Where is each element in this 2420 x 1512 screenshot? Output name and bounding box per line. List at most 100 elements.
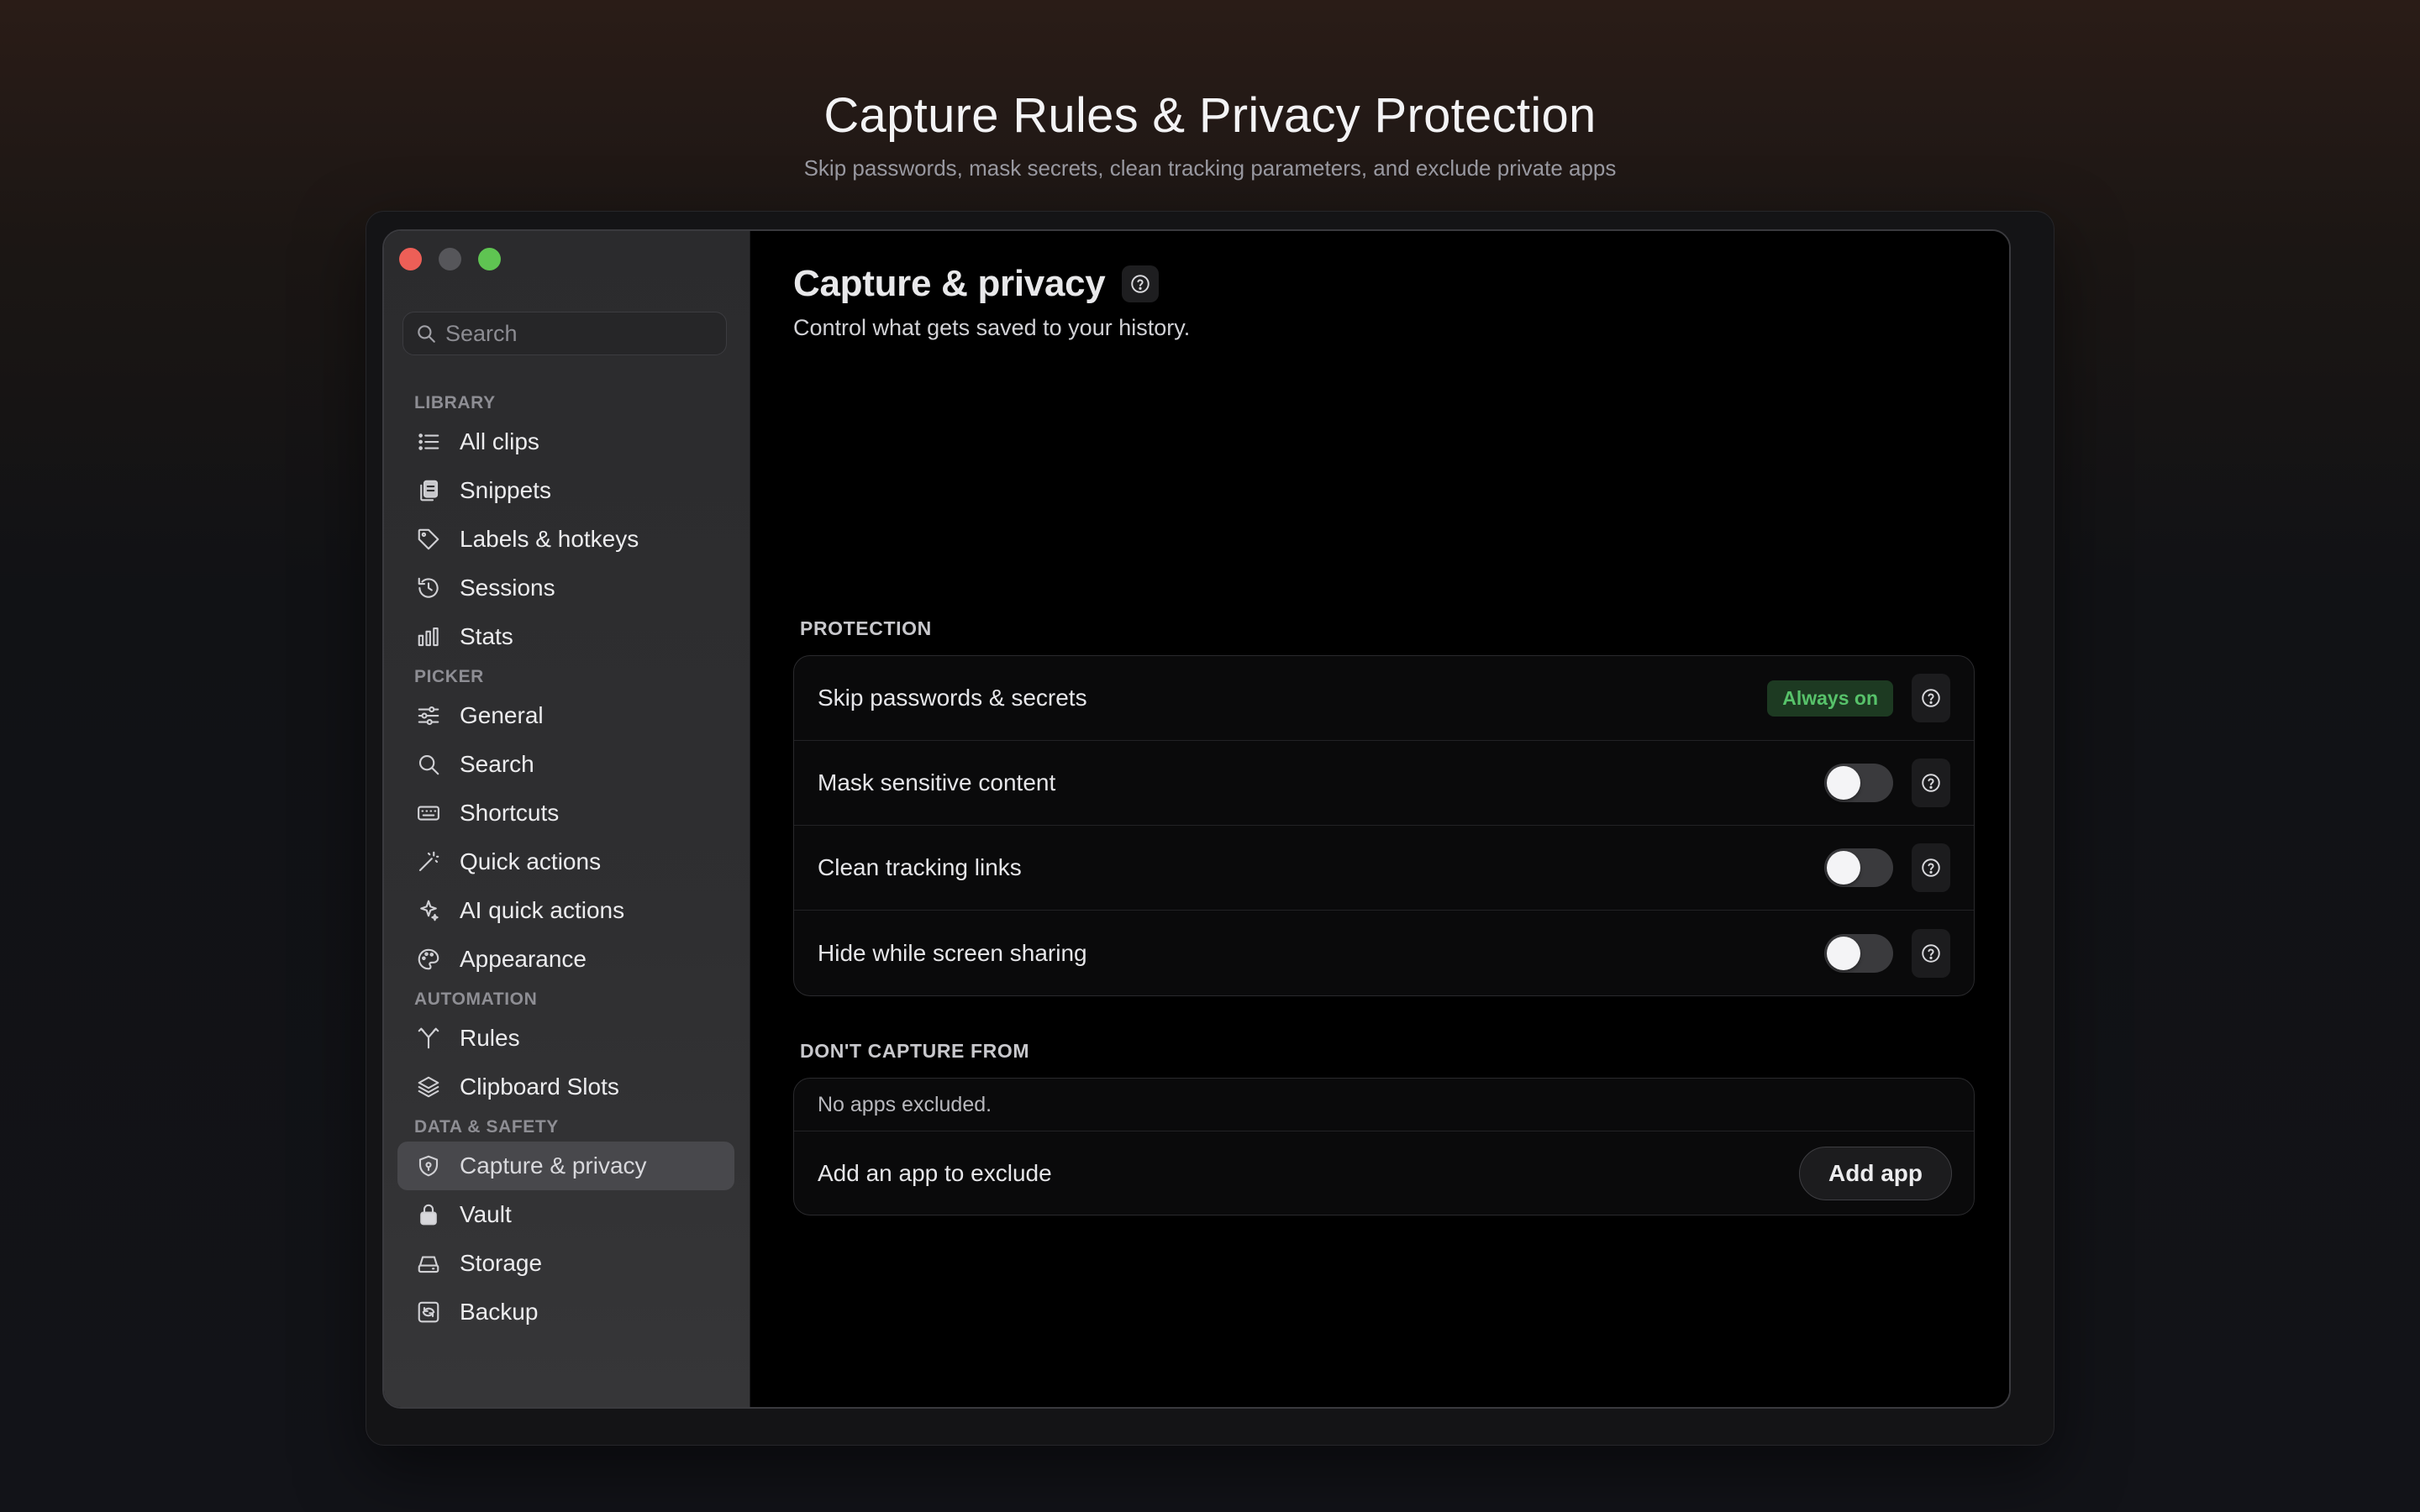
sidebar-item-quick-actions[interactable]: Quick actions [397, 837, 734, 886]
layers-icon [414, 1073, 443, 1101]
hide-while-screen-sharing-help-button[interactable] [1912, 928, 1950, 978]
minimize-button[interactable] [439, 248, 461, 270]
toggle-knob [1827, 936, 1860, 970]
sidebar-item-label: Stats [460, 623, 513, 649]
question-circle-icon [1922, 774, 1940, 792]
add-app-row: Add an app to exclude Add app [794, 1131, 1974, 1215]
question-circle-icon [1922, 943, 1940, 963]
search-input[interactable] [444, 319, 716, 348]
sidebar-item-label: Capture & privacy [460, 1152, 647, 1179]
drive-icon [414, 1249, 443, 1278]
exclusions-card: No apps excluded. Add an app to exclude … [793, 1078, 1975, 1215]
protection-row-label: Mask sensitive content [818, 769, 1056, 795]
clean-tracking-links-help-button[interactable] [1912, 843, 1950, 892]
zoom-button[interactable] [478, 248, 501, 270]
toggle-knob [1827, 851, 1860, 885]
search-icon [414, 750, 443, 779]
sidebar-item-label: Quick actions [460, 848, 602, 874]
sidebar-item-label: General [460, 702, 544, 728]
toggle-knob [1827, 766, 1860, 800]
bar-chart-icon [414, 622, 443, 651]
sidebar-item-label: All clips [460, 428, 539, 454]
protection-row-clean-tracking-links: Clean tracking links [794, 826, 1974, 911]
sidebar-item-clipboard-slots[interactable]: Clipboard Slots [397, 1063, 734, 1111]
sidebar-item-stats[interactable]: Stats [397, 612, 734, 661]
traffic-lights [399, 248, 501, 270]
question-circle-icon [1922, 689, 1940, 707]
keyboard-icon [414, 799, 443, 827]
sidebar-item-storage[interactable]: Storage [397, 1239, 734, 1288]
sidebar: LIBRARY All clips Snippets Labels & hotkeys… [384, 231, 750, 1407]
clean-tracking-links-toggle[interactable] [1824, 848, 1893, 887]
sidebar-item-labels-and-hotkeys[interactable]: Labels & hotkeys [397, 515, 734, 564]
section-label-picker: PICKER [414, 667, 484, 686]
sidebar-item-shortcuts[interactable]: Shortcuts [397, 789, 734, 837]
lock-icon [414, 1200, 443, 1229]
always-on-badge: Always on [1767, 680, 1893, 717]
sidebar-item-search[interactable]: Search [397, 740, 734, 789]
hero-subtitle: Skip passwords, mask secrets, clean trac… [803, 155, 1617, 181]
tag-icon [414, 525, 443, 554]
sidebar-item-label: Rules [460, 1025, 520, 1051]
branch-icon [414, 1024, 443, 1053]
sidebar-item-label: Vault [460, 1201, 512, 1227]
add-app-label: Add an app to exclude [818, 1159, 1052, 1186]
sparkles-icon [414, 896, 443, 925]
sidebar-item-ai-quick-actions[interactable]: AI quick actions [397, 886, 734, 935]
page-subtitle: Control what gets saved to your history. [793, 315, 1191, 340]
search-box[interactable] [402, 312, 727, 355]
sidebar-item-general[interactable]: General [397, 691, 734, 740]
protection-label: PROTECTION [800, 617, 932, 639]
page-title: Capture & privacy [793, 263, 1106, 304]
sidebar-item-vault[interactable]: Vault [397, 1190, 734, 1239]
main-content: Capture & privacy Control what gets save… [751, 231, 2009, 1407]
exclusions-label: DON'T CAPTURE FROM [800, 1040, 1030, 1062]
protection-row-skip-passwords-and-secrets: Skip passwords & secrets Always on [794, 656, 1974, 741]
sidebar-item-label: Backup [460, 1299, 539, 1325]
section-label-data-and-safety: DATA & SAFETY [414, 1117, 559, 1137]
sidebar-item-label: Labels & hotkeys [460, 526, 639, 552]
list-icon [414, 428, 443, 456]
protection-card: Skip passwords & secrets Always on Mask se… [793, 655, 1975, 996]
sliders-icon [414, 701, 443, 730]
sidebar-item-all-clips[interactable]: All clips [397, 417, 734, 466]
sidebar-item-label: Clipboard Slots [460, 1074, 619, 1100]
sidebar-item-rules[interactable]: Rules [397, 1014, 734, 1063]
protection-row-hide-while-screen-sharing: Hide while screen sharing [794, 911, 1974, 995]
sidebar-item-sessions[interactable]: Sessions [397, 564, 734, 612]
magic-wand-icon [414, 848, 443, 876]
sidebar-item-appearance[interactable]: Appearance [397, 935, 734, 984]
page-help-button[interactable] [1122, 265, 1160, 302]
sidebar-item-label: Search [460, 751, 534, 777]
no-apps-excluded-text: No apps excluded. [794, 1079, 1974, 1131]
sidebar-item-label: Sessions [460, 575, 555, 601]
backup-icon [414, 1298, 443, 1326]
mask-sensitive-content-help-button[interactable] [1912, 759, 1950, 807]
sidebar-item-label: Snippets [460, 477, 551, 503]
question-circle-icon [1131, 275, 1150, 293]
sidebar-item-label: Storage [460, 1250, 543, 1276]
sidebar-item-label: Appearance [460, 946, 587, 972]
section-label-library: LIBRARY [414, 393, 496, 412]
palette-icon [414, 945, 443, 974]
sidebar-item-capture-and-privacy[interactable]: Capture & privacy [397, 1142, 734, 1190]
sidebar-item-label: Shortcuts [460, 800, 560, 826]
add-app-button[interactable]: Add app [1799, 1146, 1952, 1200]
sidebar-item-label: AI quick actions [460, 897, 625, 923]
shield-icon [414, 1152, 443, 1180]
search-icon [418, 325, 435, 343]
page-header: Capture & privacy [793, 263, 1160, 305]
skip-passwords-and-secrets-help-button[interactable] [1912, 674, 1950, 722]
sidebar-item-snippets[interactable]: Snippets [397, 466, 734, 515]
hero-title: Capture Rules & Privacy Protection [823, 88, 1597, 143]
sidebar-nav: LIBRARY All clips Snippets Labels & hotkeys… [384, 389, 750, 1338]
protection-row-label: Skip passwords & secrets [818, 685, 1087, 711]
close-button[interactable] [399, 248, 422, 270]
hide-while-screen-sharing-toggle[interactable] [1824, 933, 1893, 973]
mask-sensitive-content-toggle[interactable] [1824, 764, 1893, 802]
documents-icon [414, 476, 443, 505]
protection-row-mask-sensitive-content: Mask sensitive content [794, 741, 1974, 826]
hero: Capture Rules & Privacy Protection Skip … [0, 87, 2420, 181]
settings-window: LIBRARY All clips Snippets Labels & hotkeys… [382, 229, 2011, 1409]
sidebar-item-backup[interactable]: Backup [397, 1288, 734, 1336]
